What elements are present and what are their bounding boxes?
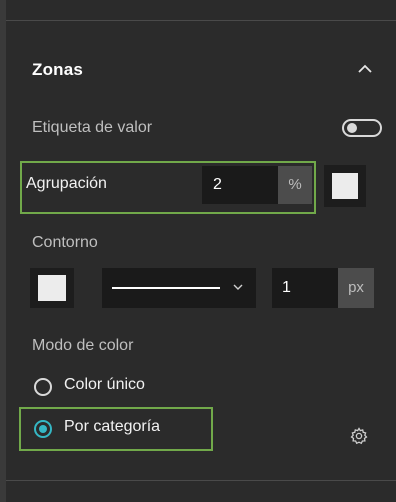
- outline-width-input[interactable]: 1: [272, 268, 338, 308]
- outline-style-select[interactable]: [102, 268, 256, 308]
- grouping-color-swatch[interactable]: [324, 165, 366, 207]
- section-title: Zonas: [32, 60, 84, 79]
- radio-por-categoria[interactable]: [34, 420, 52, 438]
- swatch-fill: [332, 173, 358, 199]
- chevron-up-icon[interactable]: [358, 64, 372, 74]
- radio-color-unico[interactable]: [34, 378, 52, 396]
- value-label-text: Etiqueta de valor: [32, 119, 153, 136]
- grouping-label: Agrupación: [26, 175, 107, 192]
- radio-label-color-unico[interactable]: Color único: [64, 376, 145, 394]
- divider: [6, 480, 396, 481]
- color-mode-label: Modo de color: [32, 337, 134, 354]
- radio-dot: [39, 425, 47, 433]
- value-label-toggle[interactable]: [342, 119, 382, 137]
- radio-label-por-categoria[interactable]: Por categoría: [64, 418, 160, 436]
- outline-label: Contorno: [32, 234, 98, 251]
- outline-width-unit: px: [338, 268, 374, 308]
- grouping-unit: %: [278, 166, 312, 204]
- grouping-input[interactable]: 2: [202, 166, 278, 204]
- line-style-preview: [112, 287, 220, 289]
- toggle-knob: [347, 123, 357, 133]
- swatch-fill: [38, 275, 66, 301]
- chevron-down-icon: [233, 284, 243, 290]
- divider: [6, 20, 396, 21]
- zonas-panel: Zonas Etiqueta de valor Agrupación 2 % C…: [6, 0, 396, 502]
- outline-color-swatch[interactable]: [30, 268, 74, 308]
- gear-icon[interactable]: [349, 426, 369, 446]
